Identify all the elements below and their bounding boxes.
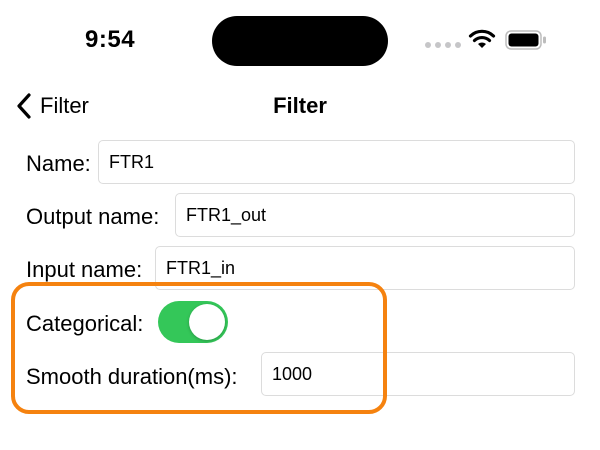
name-field[interactable]: FTR1 — [98, 140, 575, 184]
name-label: Name: — [26, 151, 91, 176]
toggle-knob — [189, 304, 225, 340]
dynamic-island — [212, 16, 388, 66]
smooth-duration-field[interactable]: 1000 — [261, 352, 575, 396]
input-name-field[interactable]: FTR1_in — [155, 246, 575, 290]
categorical-toggle[interactable] — [158, 301, 228, 343]
output-name-field[interactable]: FTR1_out — [175, 193, 575, 237]
status-time: 9:54 — [85, 26, 136, 53]
page-title: Filter — [273, 93, 327, 118]
battery-icon — [505, 30, 546, 50]
smooth-duration-label: Smooth duration(ms): — [26, 364, 238, 389]
cellular-signal-icon — [425, 42, 461, 48]
input-name-label: Input name: — [26, 257, 143, 282]
wifi-icon — [468, 29, 496, 48]
categorical-label: Categorical: — [26, 311, 144, 336]
output-name-label: Output name: — [26, 204, 160, 229]
